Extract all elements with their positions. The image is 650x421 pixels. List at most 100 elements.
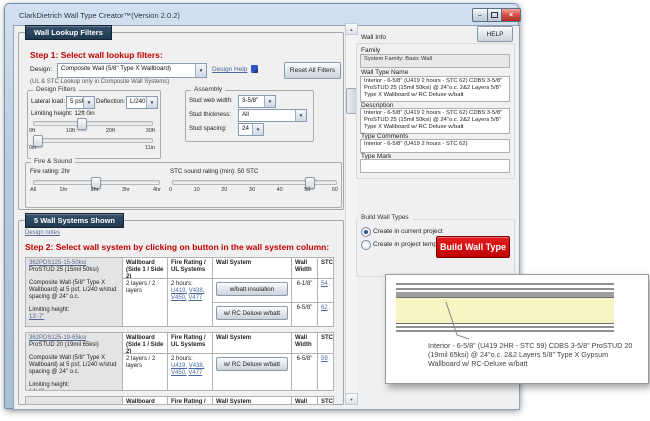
wall-system-row-3-partial: Wallboard Fire Rating / UL Wall System W… [25,396,334,405]
family-label: Family [361,47,380,54]
ul-system-link[interactable]: V477 [188,295,202,301]
tick-label: 30 [249,187,255,193]
wall-description-cell: 362PDS125-15-50ksi ProSTUD 25 (15mil 50k… [26,258,123,327]
wall-description-cell: 362PDS125-19-65ksi ProSTUD 20 (19mil 65k… [26,333,123,391]
ul-system-link[interactable]: V438, [189,363,205,369]
col-header-system: Wall System [213,258,292,279]
stud-name: ProSTUD 20 (19mil 65ksi) [29,342,99,348]
col-header-stc: STC [318,397,334,405]
lateral-load-select[interactable]: 5 psf ▼ [66,96,95,109]
stud-web-width-label: Stud web width: [189,97,233,104]
tick-label: 3hr [122,187,130,193]
ul-system-link[interactable]: U419, [171,363,187,369]
design-notes-link[interactable]: Design notes [25,230,60,236]
minimize-button[interactable]: – [472,8,488,22]
radio-create-current-project[interactable] [361,227,371,237]
stc-rating-readout: STC sound rating (min): 50 STC [170,168,258,175]
tick-label: 4hr [153,187,161,193]
tick-label: 20 [221,187,227,193]
wall-description: Composite Wall (5/8" Type X Wallboard) a… [29,355,119,376]
tick-label: 0ft [29,128,35,134]
wall-width-cell: 6-5/8" [292,354,318,391]
wall-type-name-field[interactable]: Interior - 6-5/8" (U419 2 hours - STC 62… [360,76,510,102]
reset-all-filters-button[interactable]: Reset All Filters [284,62,341,79]
limiting-height-link[interactable]: 14'-6" [29,389,44,391]
wall-width-cell: 6-1/8" [292,279,318,303]
stc-link[interactable]: 59 [321,356,328,363]
scroll-down-icon[interactable]: ▼ [345,393,358,405]
ul-system-link[interactable]: V438, [189,288,205,294]
tick-label: 20ft [106,128,115,134]
maximize-icon [491,12,498,18]
chevron-down-icon: ▼ [252,124,263,135]
height-slider-track[interactable] [33,121,153,126]
step2-heading: Step 2: Select wall system by clicking o… [25,242,329,252]
description-field[interactable]: Interior - 6-5/8" (U419 2 hours - STC 62… [360,108,510,134]
wall-section-callout: Interior - 6-5/8" (U419 2HR - STC 59) CD… [385,274,649,384]
tick-label: 0in [29,145,36,151]
wall-systems-badge: 5 Wall Systems Shown [25,213,124,228]
tick-label: 1hr [59,187,67,193]
wallboard-cell: 2 layers / 2 layers [123,279,168,327]
stud-thickness-value: All [239,110,295,121]
wall-system-button[interactable]: w/ RC Deluxe w/batt [216,306,288,320]
stud-spacing-value: 24 [239,124,252,135]
col-header-wallboard: Wallboard [123,397,168,405]
chevron-down-icon: ▼ [295,110,306,121]
build-wall-type-button[interactable]: Build Wall Type [436,236,510,258]
wall-system-button[interactable]: w/ RC Deluxe w/batt [216,357,288,371]
stc-link[interactable]: 54 [321,281,328,288]
wall-id-link[interactable]: 362PDS125-19-65ksi [29,335,86,341]
wall-id-link[interactable]: 362PDS125-15-50ksi [29,260,86,266]
scroll-up-icon[interactable]: ▲ [345,23,358,35]
stc-cell: 59 [318,354,334,391]
close-button[interactable]: × [502,8,521,22]
design-select[interactable]: Composite Wall (5/8" Type X Wallboard) ▼ [57,63,207,78]
tick-label: 2hr [91,187,99,193]
radio-create-template[interactable] [361,240,371,250]
tick-label: 60 [332,187,338,193]
help-button[interactable]: HELP [477,26,513,42]
inch-slider-track[interactable] [33,138,153,143]
wall-type-name-label: Wall Type Name [361,69,408,76]
speaker-icon [329,282,330,288]
stud-web-width-select[interactable]: 3-5/8" ▼ [238,95,276,108]
limiting-height-link[interactable]: 13'-7" [29,314,44,320]
deflection-label: Deflection: [96,98,125,105]
chevron-down-icon: ▼ [83,97,94,108]
design-select-value: Composite Wall (5/8" Type X Wallboard) [58,64,195,77]
minimize-icon: – [478,12,482,19]
tick-label: All [30,187,36,193]
window-title: ClarkDietrich Wall Type Creator™(Version… [19,11,180,20]
ul-system-link[interactable]: V450, [171,370,187,376]
limiting-height-readout: Limiting height: 12ft 0in [31,110,95,117]
ul-system-link[interactable]: V450, [171,295,187,301]
design-help-link[interactable]: Design Help [212,66,247,73]
wall-system-cell: w/ RC Deluxe w/batt [213,354,292,391]
type-mark-field[interactable] [360,159,510,173]
stud-spacing-select[interactable]: 24 ▼ [238,123,264,136]
window-controls: – × [472,8,521,22]
speaker-icon [329,357,330,363]
wall-description: Composite Wall (5/8" Type X Wallboard) a… [29,280,119,301]
height-slider-ticks: 0ft 10ft 20ft 30ft [29,128,155,134]
wall-system-button[interactable]: w/batt insulation [216,282,288,296]
stud-thickness-select[interactable]: All ▼ [238,109,307,122]
col-header-width: Wall Width [292,258,318,279]
fire-rating-cell: 2 hours: U419, V438, V450, V477 [168,354,213,391]
tick-label: 50 [304,187,310,193]
assembly-legend: Assembly [191,86,225,94]
type-comments-field[interactable]: Interior - 6-5/8" (U419 2 hours - STC 62… [360,139,510,153]
lateral-load-label: Lateral load: [31,98,65,105]
col-header-fire: Fire Rating / UL [168,397,213,405]
tick-label: 11in [145,145,155,151]
col-header-system: Wall System [213,397,292,405]
design-help-doc-icon[interactable] [251,65,258,73]
ul-system-link[interactable]: U419, [171,288,187,294]
deflection-select[interactable]: L/240 ▼ [126,96,158,109]
wall-width-cell: 6-5/8" [292,303,318,327]
maximize-button[interactable] [488,8,502,22]
stc-link[interactable]: 62 [321,305,328,312]
radio-create-current-label: Create in current project [373,228,443,235]
ul-system-link[interactable]: V477 [188,370,202,376]
